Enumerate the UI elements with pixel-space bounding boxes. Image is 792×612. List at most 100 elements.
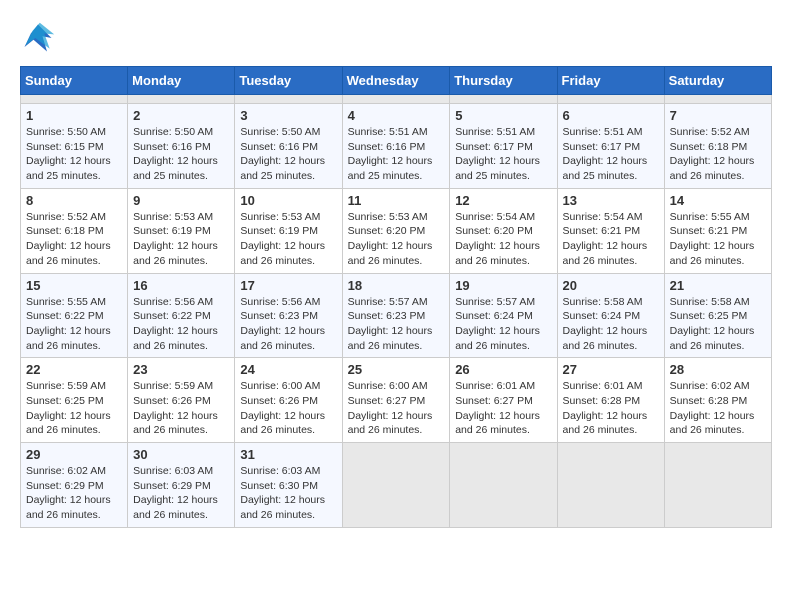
day-number: 4 <box>348 108 445 123</box>
day-info: Sunrise: 6:01 AM Sunset: 6:27 PM Dayligh… <box>455 379 551 438</box>
day-number: 27 <box>563 362 659 377</box>
calendar-cell: 10 Sunrise: 5:53 AM Sunset: 6:19 PM Dayli… <box>235 188 342 273</box>
calendar-day-header: Wednesday <box>342 67 450 95</box>
calendar-cell: 2 Sunrise: 5:50 AM Sunset: 6:16 PM Daylig… <box>128 104 235 189</box>
day-info: Sunrise: 5:55 AM Sunset: 6:21 PM Dayligh… <box>670 210 766 269</box>
calendar-cell: 18Sunrise: 5:57 AM Sunset: 6:23 PM Dayli… <box>342 273 450 358</box>
day-info: Sunrise: 5:56 AM Sunset: 6:22 PM Dayligh… <box>133 295 229 354</box>
day-info: Sunrise: 5:50 AM Sunset: 6:16 PM Dayligh… <box>240 125 336 184</box>
day-number: 21 <box>670 278 766 293</box>
day-info: Sunrise: 6:00 AM Sunset: 6:26 PM Dayligh… <box>240 379 336 438</box>
calendar-day-header: Monday <box>128 67 235 95</box>
day-number: 11 <box>348 193 445 208</box>
day-info: Sunrise: 5:58 AM Sunset: 6:25 PM Dayligh… <box>670 295 766 354</box>
day-info: Sunrise: 5:52 AM Sunset: 6:18 PM Dayligh… <box>26 210 122 269</box>
logo-icon <box>20 20 56 56</box>
day-number: 7 <box>670 108 766 123</box>
calendar-cell: 7 Sunrise: 5:52 AM Sunset: 6:18 PM Daylig… <box>664 104 771 189</box>
calendar-cell: 25 Sunrise: 6:00 AM Sunset: 6:27 PM Dayli… <box>342 358 450 443</box>
day-info: Sunrise: 5:53 AM Sunset: 6:19 PM Dayligh… <box>240 210 336 269</box>
day-number: 16 <box>133 278 229 293</box>
day-number: 10 <box>240 193 336 208</box>
day-info: Sunrise: 5:51 AM Sunset: 6:17 PM Dayligh… <box>455 125 551 184</box>
calendar-cell: 23Sunrise: 5:59 AM Sunset: 6:26 PM Dayli… <box>128 358 235 443</box>
calendar-cell: 31 Sunrise: 6:03 AM Sunset: 6:30 PM Dayli… <box>235 443 342 528</box>
calendar-cell <box>557 443 664 528</box>
day-number: 23 <box>133 362 229 377</box>
day-number: 24 <box>240 362 336 377</box>
calendar-day-header: Sunday <box>21 67 128 95</box>
day-info: Sunrise: 5:54 AM Sunset: 6:20 PM Dayligh… <box>455 210 551 269</box>
calendar-day-header: Tuesday <box>235 67 342 95</box>
calendar-day-header: Friday <box>557 67 664 95</box>
calendar-cell <box>664 443 771 528</box>
calendar-table: SundayMondayTuesdayWednesdayThursdayFrid… <box>20 66 772 528</box>
calendar-cell: 13 Sunrise: 5:54 AM Sunset: 6:21 PM Dayli… <box>557 188 664 273</box>
day-number: 31 <box>240 447 336 462</box>
calendar-cell: 26 Sunrise: 6:01 AM Sunset: 6:27 PM Dayli… <box>450 358 557 443</box>
day-info: Sunrise: 5:52 AM Sunset: 6:18 PM Dayligh… <box>670 125 766 184</box>
day-number: 30 <box>133 447 229 462</box>
calendar-cell: 19 Sunrise: 5:57 AM Sunset: 6:24 PM Dayli… <box>450 273 557 358</box>
day-info: Sunrise: 5:54 AM Sunset: 6:21 PM Dayligh… <box>563 210 659 269</box>
day-number: 20 <box>563 278 659 293</box>
day-number: 19 <box>455 278 551 293</box>
calendar-cell: 29 Sunrise: 6:02 AM Sunset: 6:29 PM Dayli… <box>21 443 128 528</box>
calendar-cell: 16 Sunrise: 5:56 AM Sunset: 6:22 PM Dayli… <box>128 273 235 358</box>
calendar-cell <box>342 95 450 104</box>
calendar-cell: 14 Sunrise: 5:55 AM Sunset: 6:21 PM Dayli… <box>664 188 771 273</box>
day-info: Sunrise: 6:01 AM Sunset: 6:28 PM Dayligh… <box>563 379 659 438</box>
calendar-cell: 12Sunrise: 5:54 AM Sunset: 6:20 PM Dayli… <box>450 188 557 273</box>
day-number: 13 <box>563 193 659 208</box>
calendar-cell: 1Sunrise: 5:50 AM Sunset: 6:15 PM Daylig… <box>21 104 128 189</box>
calendar-cell: 22Sunrise: 5:59 AM Sunset: 6:25 PM Dayli… <box>21 358 128 443</box>
day-number: 6 <box>563 108 659 123</box>
day-number: 25 <box>348 362 445 377</box>
calendar-day-header: Thursday <box>450 67 557 95</box>
calendar-week-row: 8Sunrise: 5:52 AM Sunset: 6:18 PM Daylig… <box>21 188 772 273</box>
day-info: Sunrise: 5:55 AM Sunset: 6:22 PM Dayligh… <box>26 295 122 354</box>
calendar-cell: 9Sunrise: 5:53 AM Sunset: 6:19 PM Daylig… <box>128 188 235 273</box>
calendar-cell: 15 Sunrise: 5:55 AM Sunset: 6:22 PM Dayli… <box>21 273 128 358</box>
calendar-week-row: 29 Sunrise: 6:02 AM Sunset: 6:29 PM Dayli… <box>21 443 772 528</box>
day-number: 28 <box>670 362 766 377</box>
calendar-cell: 17 Sunrise: 5:56 AM Sunset: 6:23 PM Dayli… <box>235 273 342 358</box>
day-number: 14 <box>670 193 766 208</box>
calendar-cell: 27 Sunrise: 6:01 AM Sunset: 6:28 PM Dayli… <box>557 358 664 443</box>
calendar-week-row: 15 Sunrise: 5:55 AM Sunset: 6:22 PM Dayli… <box>21 273 772 358</box>
day-info: Sunrise: 5:56 AM Sunset: 6:23 PM Dayligh… <box>240 295 336 354</box>
calendar-cell: 28 Sunrise: 6:02 AM Sunset: 6:28 PM Dayli… <box>664 358 771 443</box>
calendar-cell <box>21 95 128 104</box>
day-number: 2 <box>133 108 229 123</box>
day-info: Sunrise: 5:57 AM Sunset: 6:24 PM Dayligh… <box>455 295 551 354</box>
day-info: Sunrise: 6:02 AM Sunset: 6:29 PM Dayligh… <box>26 464 122 523</box>
calendar-cell <box>342 443 450 528</box>
day-number: 5 <box>455 108 551 123</box>
calendar-cell: 24 Sunrise: 6:00 AM Sunset: 6:26 PM Dayli… <box>235 358 342 443</box>
calendar-cell: 20 Sunrise: 5:58 AM Sunset: 6:24 PM Dayli… <box>557 273 664 358</box>
calendar-cell: 21 Sunrise: 5:58 AM Sunset: 6:25 PM Dayli… <box>664 273 771 358</box>
day-number: 17 <box>240 278 336 293</box>
calendar-week-row: 22Sunrise: 5:59 AM Sunset: 6:25 PM Dayli… <box>21 358 772 443</box>
calendar-cell: 3Sunrise: 5:50 AM Sunset: 6:16 PM Daylig… <box>235 104 342 189</box>
day-number: 18 <box>348 278 445 293</box>
day-info: Sunrise: 5:50 AM Sunset: 6:16 PM Dayligh… <box>133 125 229 184</box>
day-info: Sunrise: 6:03 AM Sunset: 6:29 PM Dayligh… <box>133 464 229 523</box>
day-number: 26 <box>455 362 551 377</box>
calendar-cell <box>450 95 557 104</box>
day-info: Sunrise: 6:00 AM Sunset: 6:27 PM Dayligh… <box>348 379 445 438</box>
calendar-week-row <box>21 95 772 104</box>
calendar-week-row: 1Sunrise: 5:50 AM Sunset: 6:15 PM Daylig… <box>21 104 772 189</box>
day-info: Sunrise: 5:51 AM Sunset: 6:17 PM Dayligh… <box>563 125 659 184</box>
calendar-day-header: Saturday <box>664 67 771 95</box>
day-info: Sunrise: 6:03 AM Sunset: 6:30 PM Dayligh… <box>240 464 336 523</box>
calendar-cell: 30 Sunrise: 6:03 AM Sunset: 6:29 PM Dayli… <box>128 443 235 528</box>
day-number: 29 <box>26 447 122 462</box>
calendar-cell <box>664 95 771 104</box>
day-info: Sunrise: 5:51 AM Sunset: 6:16 PM Dayligh… <box>348 125 445 184</box>
day-number: 15 <box>26 278 122 293</box>
day-number: 1 <box>26 108 122 123</box>
calendar-cell: 5 Sunrise: 5:51 AM Sunset: 6:17 PM Daylig… <box>450 104 557 189</box>
day-info: Sunrise: 5:58 AM Sunset: 6:24 PM Dayligh… <box>563 295 659 354</box>
day-info: Sunrise: 6:02 AM Sunset: 6:28 PM Dayligh… <box>670 379 766 438</box>
